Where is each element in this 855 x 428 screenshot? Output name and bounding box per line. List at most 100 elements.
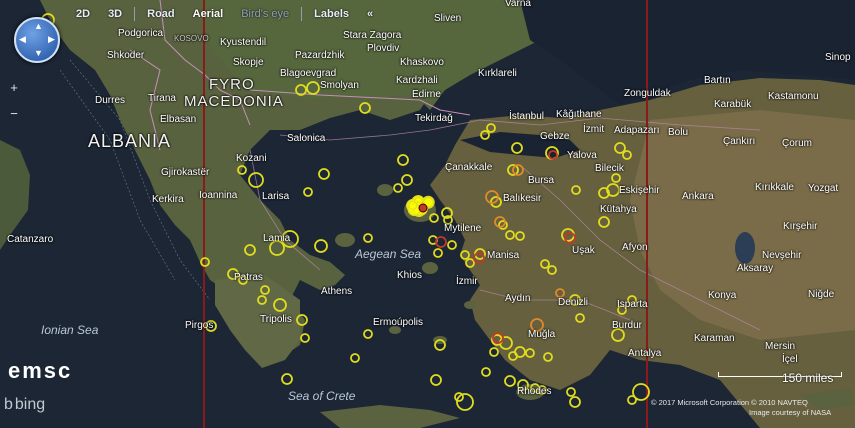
earthquake-marker[interactable]: [434, 339, 446, 351]
earthquake-marker[interactable]: [303, 187, 313, 197]
earthquake-marker[interactable]: [627, 395, 637, 405]
toolbar-divider: [301, 7, 303, 21]
earthquake-marker[interactable]: [571, 185, 581, 195]
earthquake-marker[interactable]: [281, 373, 293, 385]
earthquake-marker[interactable]: [300, 333, 310, 343]
collapse-toolbar-button[interactable]: «: [361, 6, 379, 22]
earthquake-marker[interactable]: [548, 150, 558, 160]
city-label-izmir: İzmir: [456, 276, 478, 287]
city-label-eskisehir: Eskişehir: [619, 185, 660, 196]
earthquake-marker[interactable]: [244, 244, 256, 256]
earthquake-marker[interactable]: [525, 348, 535, 358]
pan-compass[interactable]: ▲ ▼ ◀ ▶: [14, 17, 60, 63]
city-label-pazardzhik: Pazardzhik: [295, 50, 345, 61]
city-label-sinop: Sinop: [825, 52, 851, 63]
earthquake-marker[interactable]: [489, 347, 499, 357]
aerial-view-button[interactable]: Aerial: [187, 6, 230, 22]
earthquake-marker[interactable]: [314, 239, 328, 253]
earthquake-marker[interactable]: [575, 313, 585, 323]
earthquake-marker[interactable]: [257, 295, 267, 305]
earthquake-marker[interactable]: [515, 231, 525, 241]
pan-up-icon[interactable]: ▲: [34, 21, 43, 31]
earthquake-marker[interactable]: [393, 183, 403, 193]
city-label-kirsehir: Kırşehir: [783, 221, 818, 232]
pan-right-icon[interactable]: ▶: [48, 34, 55, 45]
earthquake-marker[interactable]: [543, 352, 553, 362]
city-label-kastamonu: Kastamonu: [768, 91, 819, 102]
pan-down-icon[interactable]: ▼: [34, 48, 43, 58]
view-2d-button[interactable]: 2D: [70, 6, 96, 22]
city-label-denizli: Denizli: [558, 297, 589, 308]
earthquake-marker[interactable]: [306, 81, 320, 95]
earthquake-marker[interactable]: [430, 374, 442, 386]
city-label-konya: Konya: [708, 290, 737, 301]
earthquake-marker[interactable]: [397, 154, 409, 166]
earthquake-marker[interactable]: [561, 228, 575, 242]
earthquake-marker[interactable]: [363, 329, 373, 339]
earthquake-marker[interactable]: [566, 387, 576, 397]
earthquake-marker[interactable]: [248, 172, 264, 188]
city-label-ermoupolis: Ermoúpolis: [373, 317, 424, 328]
view-3d-button[interactable]: 3D: [102, 6, 128, 22]
earthquake-cluster-marker[interactable]: [408, 200, 418, 210]
earthquake-marker[interactable]: [296, 314, 308, 326]
city-label-athens: Athens: [321, 286, 353, 297]
earthquake-marker[interactable]: [200, 257, 210, 267]
map-viewport[interactable]: 2D 3D Road Aerial Bird's eye Labels « ▲ …: [0, 0, 855, 428]
earthquake-marker[interactable]: [511, 142, 523, 154]
earthquake-marker[interactable]: [486, 123, 496, 133]
city-label-bilecik: Bilecik: [595, 163, 624, 174]
earthquake-marker[interactable]: [622, 150, 632, 160]
city-label-istanbul: İstanbul: [509, 111, 545, 122]
city-label-balikesir: Balıkesir: [503, 193, 542, 204]
earthquake-marker[interactable]: [460, 250, 470, 260]
earthquake-marker[interactable]: [504, 375, 516, 387]
earthquake-marker[interactable]: [350, 353, 360, 363]
main-earthquake-epicenter[interactable]: [418, 203, 428, 213]
zoom-out-button[interactable]: −: [6, 106, 22, 122]
earthquake-marker[interactable]: [260, 285, 270, 295]
city-label-canakkale: Çanakkale: [445, 162, 493, 173]
earthquake-marker[interactable]: [514, 346, 526, 358]
earthquake-marker[interactable]: [547, 265, 557, 275]
labels-toggle-button[interactable]: Labels: [308, 6, 355, 22]
earthquake-marker[interactable]: [456, 393, 474, 411]
sea-label-aegean: Aegean Sea: [355, 247, 422, 261]
earthquake-marker[interactable]: [614, 142, 626, 154]
sea-label-ionian: Ionian Sea: [41, 323, 99, 337]
earthquake-marker[interactable]: [611, 173, 621, 183]
earthquake-marker[interactable]: [237, 165, 247, 175]
earthquake-marker[interactable]: [447, 240, 457, 250]
earthquake-marker[interactable]: [363, 233, 373, 243]
city-label-manisa: Manisa: [487, 250, 520, 261]
earthquake-marker[interactable]: [295, 84, 307, 96]
earthquake-marker[interactable]: [273, 298, 287, 312]
earthquake-marker[interactable]: [555, 288, 565, 298]
city-label-yozgat: Yozgat: [808, 183, 839, 194]
earthquake-marker[interactable]: [318, 168, 330, 180]
road-view-button[interactable]: Road: [141, 6, 181, 22]
birdseye-view-button[interactable]: Bird's eye: [235, 6, 295, 22]
city-label-catanzaro: Catanzaro: [7, 234, 54, 245]
earthquake-marker[interactable]: [433, 248, 443, 258]
city-label-pirgos: Pirgos: [185, 320, 214, 331]
city-label-kozani: Kozani: [236, 153, 267, 164]
imagery-courtesy: Image courtesy of NASA: [749, 408, 832, 417]
city-label-blagoevgrad: Blagoevgrad: [280, 68, 337, 79]
earthquake-marker[interactable]: [480, 130, 490, 140]
earthquake-marker[interactable]: [481, 367, 491, 377]
earthquake-marker[interactable]: [465, 258, 475, 268]
pan-left-icon[interactable]: ◀: [19, 34, 26, 45]
city-label-varna: Varna: [505, 0, 531, 9]
earthquake-marker[interactable]: [505, 230, 515, 240]
zoom-in-button[interactable]: +: [6, 80, 22, 96]
sea-label-crete: Sea of Crete: [288, 389, 356, 403]
earthquake-marker[interactable]: [401, 174, 413, 186]
city-label-khaskovo: Khaskovo: [400, 57, 444, 68]
earthquake-marker[interactable]: [569, 396, 581, 408]
earthquake-marker[interactable]: [435, 236, 447, 248]
earthquake-marker[interactable]: [359, 102, 371, 114]
earthquake-marker[interactable]: [540, 259, 550, 269]
earthquake-marker[interactable]: [598, 216, 610, 228]
earthquake-marker[interactable]: [429, 213, 439, 223]
